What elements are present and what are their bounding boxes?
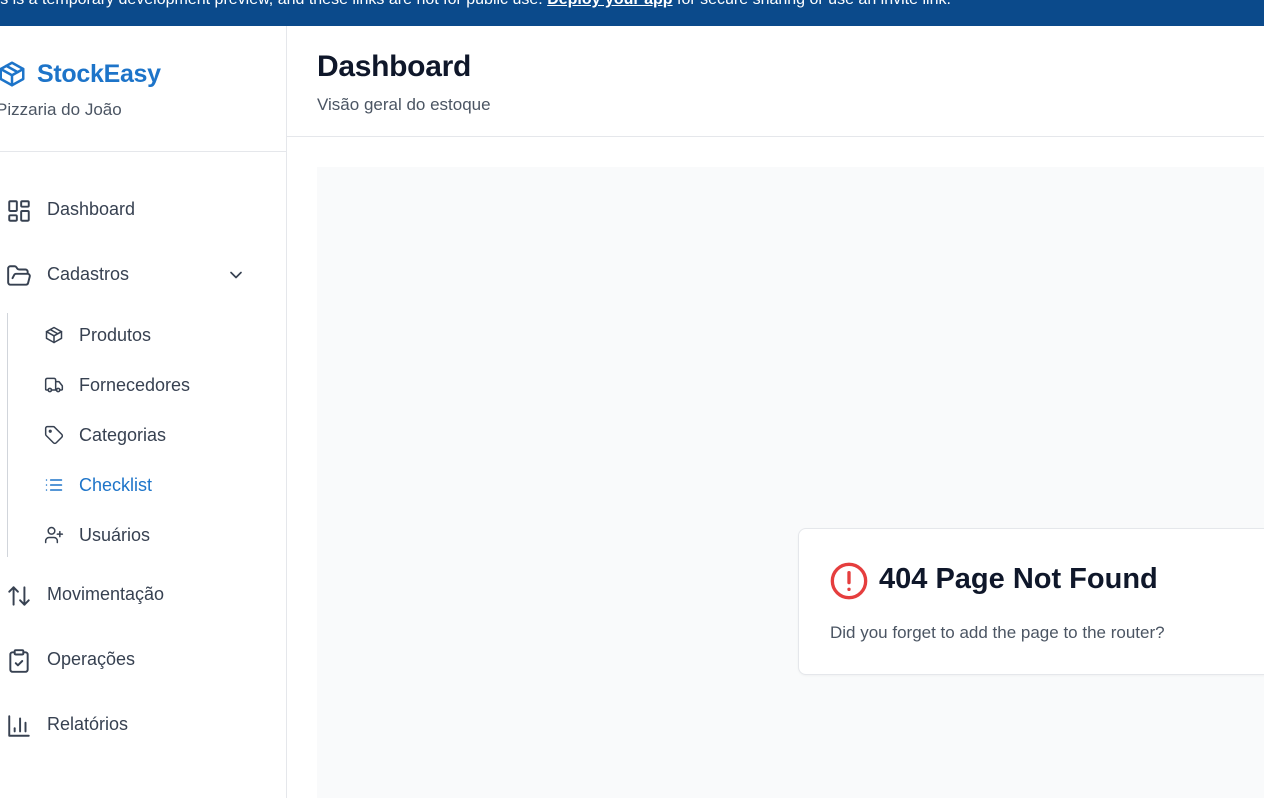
sidebar-subitem-label: Categorias [79, 425, 167, 445]
sidebar-subitem-fornecedores[interactable]: Fornecedores [8, 365, 286, 405]
page-header: Dashboard Visão geral do estoque [287, 26, 1264, 137]
sidebar-subitem-label: Checklist [79, 475, 153, 495]
sidebar-item-label: Dashboard [47, 199, 136, 219]
brand-name[interactable]: StockEasy [37, 60, 161, 89]
dev-preview-banner: This is a temporary development preview,… [0, 0, 1264, 26]
not-found-message: Did you forget to add the page to the ro… [830, 623, 1165, 642]
sidebar-subitem-label: Usuários [79, 525, 151, 545]
sidebar-item-movimentacao[interactable]: Movimentação [0, 575, 286, 615]
user-plus-icon [44, 526, 64, 544]
page-subtitle: Visão geral do estoque [317, 95, 491, 114]
alert-circle-icon [830, 562, 868, 600]
sidebar-item-label: Relatórios [47, 714, 129, 734]
package-icon [0, 61, 25, 87]
brand-subtitle: Pizzaria do João [0, 100, 122, 119]
truck-icon [44, 377, 64, 393]
deploy-app-link[interactable]: Deploy your app [547, 0, 672, 8]
banner-text-end: for secure sharing or use an invite link… [673, 0, 951, 8]
main-content [317, 167, 1264, 798]
sidebar-item-cadastros[interactable]: Cadastros [0, 255, 286, 295]
not-found-card: 404 Page Not Found Did you forget to add… [798, 528, 1264, 675]
layout-dashboard-icon [8, 200, 30, 222]
not-found-title: 404 Page Not Found [879, 563, 1158, 595]
sidebar-subitem-label: Produtos [79, 325, 152, 345]
sidebar-subitem-checklist[interactable]: Checklist [8, 465, 286, 505]
clipboard-check-icon [9, 649, 29, 673]
arrow-up-down-icon [8, 586, 30, 606]
sidebar-subitem-label: Fornecedores [79, 375, 191, 395]
sidebar-item-label: Cadastros [47, 264, 130, 284]
banner-text: This is a temporary development preview,… [0, 0, 547, 8]
bar-chart-icon [8, 715, 30, 737]
page-title: Dashboard [317, 50, 471, 83]
sidebar-item-label: Movimentação [47, 584, 165, 604]
package-icon [45, 326, 63, 344]
sidebar-subitem-produtos[interactable]: Produtos [8, 315, 286, 355]
list-icon [45, 479, 63, 491]
brand-header: StockEasy Pizzaria do João [0, 26, 286, 152]
chevron-down-icon[interactable] [226, 265, 246, 285]
sidebar-item-dashboard[interactable]: Dashboard [0, 190, 286, 230]
sidebar-subitem-usuarios[interactable]: Usuários [8, 515, 286, 555]
sidebar-item-label: Operações [47, 649, 136, 669]
sidebar: StockEasy Pizzaria do João Dashboard Cad… [0, 26, 287, 798]
tag-icon [44, 425, 64, 445]
sidebar-item-relatorios[interactable]: Relatórios [0, 705, 286, 745]
folder-open-icon [7, 265, 31, 286]
sidebar-item-operacoes[interactable]: Operações [0, 640, 286, 680]
sidebar-subitem-categorias[interactable]: Categorias [8, 415, 286, 455]
